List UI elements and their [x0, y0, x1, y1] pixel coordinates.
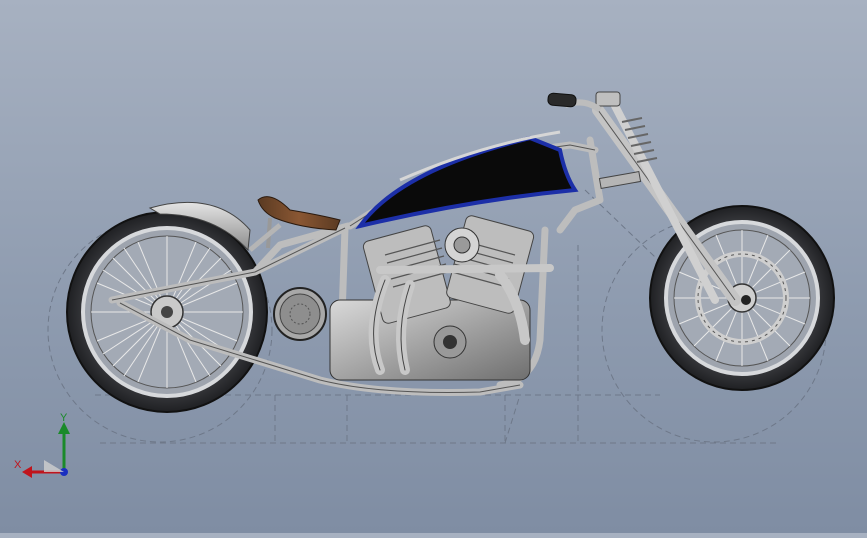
handlebar[interactable] [547, 92, 602, 113]
triad-plane [44, 460, 64, 472]
rear-wheel[interactable] [66, 211, 268, 413]
triad-x-arrow [22, 466, 32, 478]
fuel-tank[interactable] [355, 130, 579, 230]
triad-y-label: Y [60, 412, 68, 424]
air-cleaner[interactable] [273, 287, 327, 341]
engine[interactable] [329, 214, 535, 381]
triad-x-label: X [14, 459, 22, 471]
model-canvas[interactable] [0, 0, 867, 533]
graphics-viewport[interactable]: X Y [0, 0, 867, 533]
coordinate-triad: X Y [14, 412, 70, 478]
